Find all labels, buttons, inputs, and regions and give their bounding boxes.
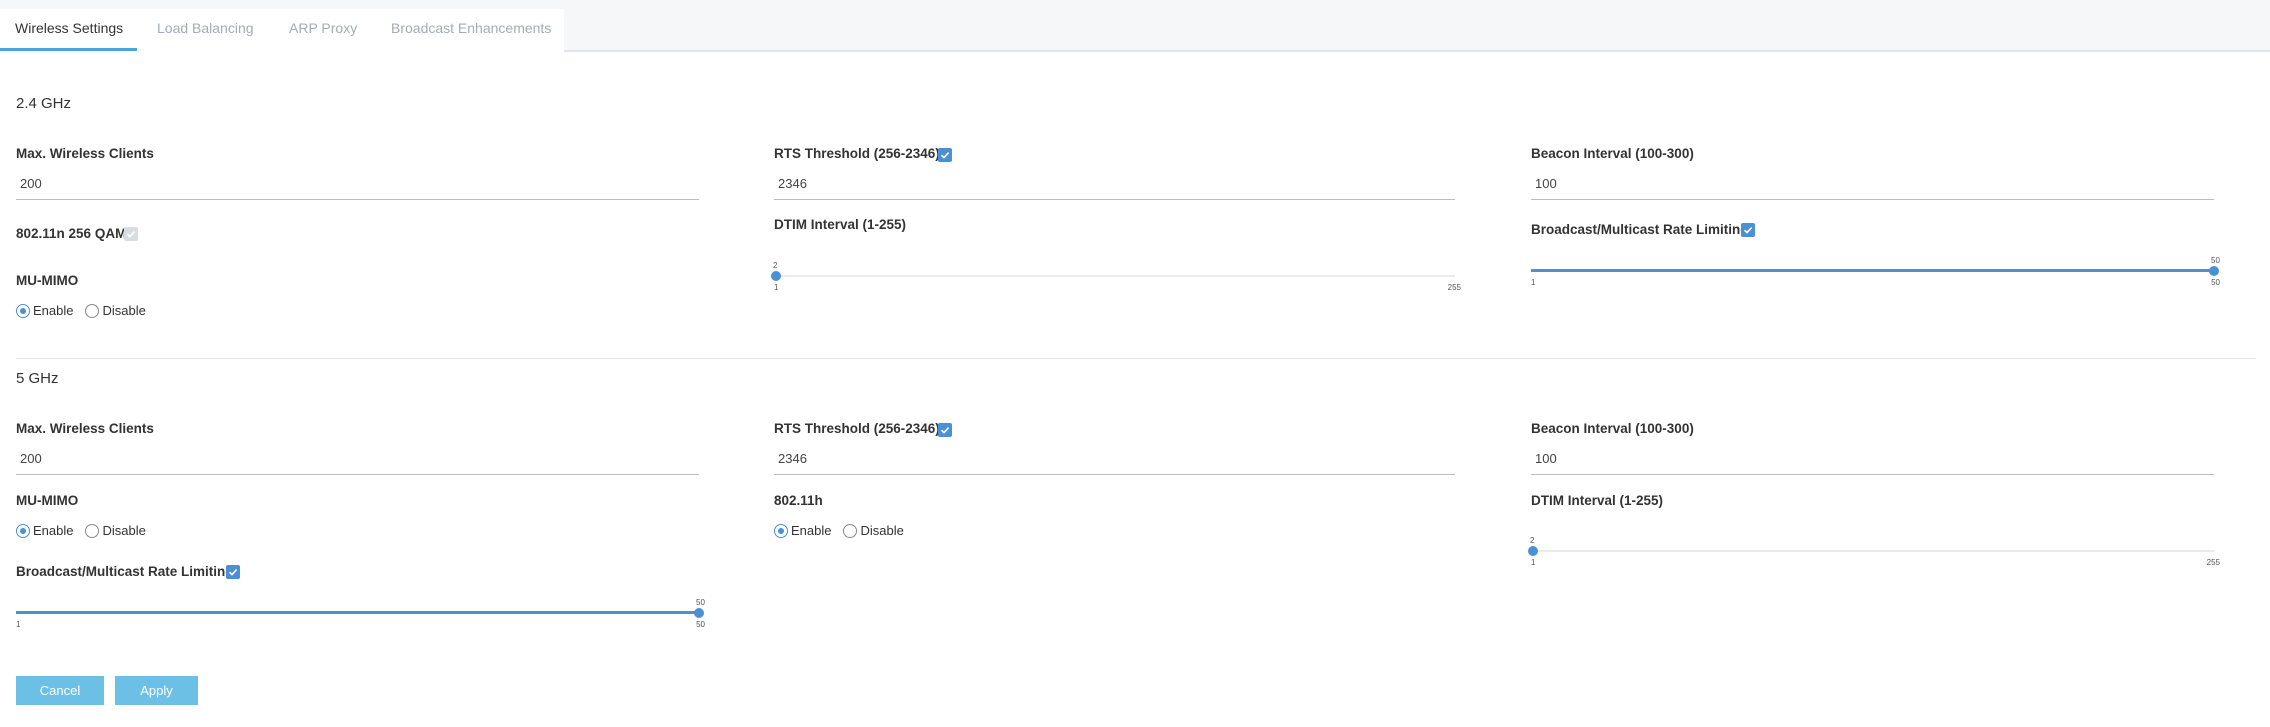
rts-threshold-field[interactable] xyxy=(774,168,1455,200)
slider-thumb[interactable] xyxy=(771,271,781,281)
slider-thumb[interactable] xyxy=(694,608,704,618)
dot11h-disable-label: Disable xyxy=(860,523,904,538)
mu-mimo-enable-label: Enable xyxy=(33,303,74,318)
slider-track xyxy=(1531,550,2214,552)
slider-thumb[interactable] xyxy=(1528,546,1538,556)
dot11h-disable-radio[interactable]: Disable xyxy=(843,523,904,538)
slider-max-label: 255 xyxy=(1447,283,1461,292)
mu-mimo-disable-radio[interactable]: Disable xyxy=(85,303,146,318)
mu-mimo-enable-radio[interactable]: Enable xyxy=(16,303,73,318)
broadcast-rate-limit-label: Broadcast/Multicast Rate Limiting xyxy=(16,564,234,579)
mu-mimo-disable-label: Disable xyxy=(102,523,146,538)
dtim-interval-label: DTIM Interval (1-255) xyxy=(774,217,907,232)
radio-unselected-icon xyxy=(843,523,858,538)
dtim-interval-label: DTIM Interval (1-255) xyxy=(1531,493,1664,508)
broadcast-rate-limit-slider[interactable]: 50 1 50 xyxy=(16,598,705,631)
slider-max-label: 255 xyxy=(2206,558,2220,567)
rts-threshold-checkbox[interactable] xyxy=(938,148,952,162)
mu-mimo-label: MU-MIMO xyxy=(16,493,79,508)
tab-broadcast-enhancements[interactable]: Broadcast Enhancements xyxy=(391,20,551,36)
rts-threshold-input[interactable] xyxy=(774,451,1455,466)
radio-unselected-icon xyxy=(85,523,100,538)
max-clients-input[interactable] xyxy=(16,176,699,191)
rts-threshold-field[interactable] xyxy=(774,443,1455,475)
beacon-interval-input[interactable] xyxy=(1531,451,2214,466)
slider-current-value: 50 xyxy=(2211,256,2220,265)
slider-fill xyxy=(16,611,699,614)
max-clients-input[interactable] xyxy=(16,451,699,466)
beacon-interval-label: Beacon Interval (100-300) xyxy=(1531,146,1694,161)
slider-min-label: 1 xyxy=(1531,558,1536,567)
section-divider xyxy=(16,358,2256,359)
tab-load-balancing[interactable]: Load Balancing xyxy=(157,20,254,36)
broadcast-rate-limit-checkbox[interactable] xyxy=(1741,223,1755,237)
beacon-interval-label: Beacon Interval (100-300) xyxy=(1531,421,1694,436)
slider-min-label: 1 xyxy=(1531,278,1536,287)
check-icon xyxy=(1743,227,1753,234)
slider-min-label: 1 xyxy=(16,620,21,629)
slider-max-label: 50 xyxy=(2211,278,2220,287)
slider-min-label: 1 xyxy=(774,283,779,292)
dtim-interval-slider[interactable]: 2 1 255 xyxy=(1528,536,2220,569)
max-clients-label: Max. Wireless Clients xyxy=(16,421,154,436)
rts-threshold-label: RTS Threshold (256-2346) xyxy=(774,421,940,436)
max-clients-field[interactable] xyxy=(16,168,699,200)
slider-max-label: 50 xyxy=(696,620,705,629)
rts-threshold-checkbox[interactable] xyxy=(938,423,952,437)
check-icon xyxy=(940,152,950,159)
slider-current-value: 50 xyxy=(696,598,705,607)
slider-current-value: 2 xyxy=(1530,536,1535,545)
mu-mimo-disable-label: Disable xyxy=(102,303,146,318)
check-icon xyxy=(228,569,238,576)
rts-threshold-label: RTS Threshold (256-2346) xyxy=(774,146,940,161)
tab-arp-proxy[interactable]: ARP Proxy xyxy=(289,20,357,36)
beacon-interval-field[interactable] xyxy=(1531,168,2214,200)
broadcast-rate-limit-slider[interactable]: 50 1 50 xyxy=(1531,256,2220,289)
broadcast-rate-limit-checkbox[interactable] xyxy=(226,565,240,579)
rts-threshold-input[interactable] xyxy=(774,176,1455,191)
radio-selected-icon xyxy=(774,523,788,538)
section-title-2-4ghz: 2.4 GHz xyxy=(16,95,72,112)
broadcast-rate-limit-label: Broadcast/Multicast Rate Limiting xyxy=(1531,222,1749,237)
dot11h-enable-label: Enable xyxy=(791,523,832,538)
qam-256-checkbox[interactable] xyxy=(124,227,138,241)
mu-mimo-radio-group: Enable Disable xyxy=(16,303,158,318)
radio-unselected-icon xyxy=(85,303,100,318)
beacon-interval-input[interactable] xyxy=(1531,176,2214,191)
slider-thumb[interactable] xyxy=(2209,266,2219,276)
mu-mimo-disable-radio[interactable]: Disable xyxy=(85,523,146,538)
apply-button[interactable]: Apply xyxy=(115,676,198,705)
dot11h-radio-group: Enable Disable xyxy=(774,523,916,538)
check-icon xyxy=(940,427,950,434)
cancel-button[interactable]: Cancel xyxy=(16,676,104,705)
max-clients-label: Max. Wireless Clients xyxy=(16,146,154,161)
mu-mimo-enable-label: Enable xyxy=(33,523,74,538)
beacon-interval-field[interactable] xyxy=(1531,443,2214,475)
tab-bar: Wireless Settings Load Balancing ARP Pro… xyxy=(0,0,2270,52)
check-icon xyxy=(126,231,136,238)
section-title-5ghz: 5 GHz xyxy=(16,370,59,387)
radio-selected-icon xyxy=(16,523,30,538)
dot11h-label: 802.11h xyxy=(774,493,823,508)
mu-mimo-enable-radio[interactable]: Enable xyxy=(16,523,73,538)
mu-mimo-radio-group: Enable Disable xyxy=(16,523,158,538)
active-tab-indicator xyxy=(0,48,137,51)
mu-mimo-label: MU-MIMO xyxy=(16,273,79,288)
max-clients-field[interactable] xyxy=(16,443,699,475)
slider-current-value: 2 xyxy=(773,261,778,270)
tab-wireless-settings[interactable]: Wireless Settings xyxy=(15,20,123,36)
slider-fill xyxy=(1531,269,2214,272)
qam-256-label: 802.11n 256 QAM xyxy=(16,226,127,241)
radio-selected-icon xyxy=(16,303,30,318)
dot11h-enable-radio[interactable]: Enable xyxy=(774,523,831,538)
slider-track xyxy=(774,275,1455,277)
dtim-interval-slider[interactable]: 2 1 255 xyxy=(771,261,1461,294)
